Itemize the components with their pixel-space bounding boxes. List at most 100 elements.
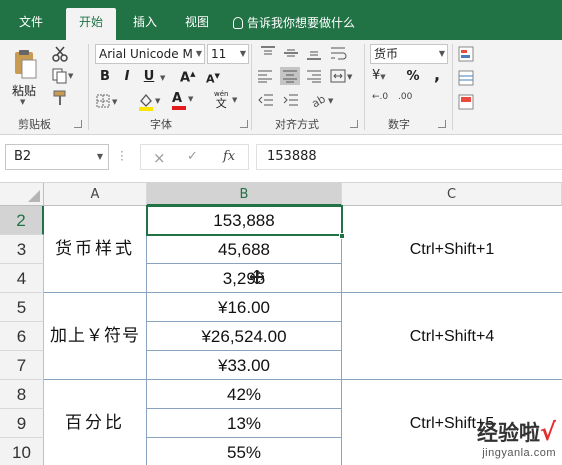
format-painter-icon[interactable] bbox=[52, 90, 68, 109]
borders-icon[interactable]: ▼ bbox=[96, 94, 120, 113]
font-name-select[interactable]: Arial Unicode M ▼ bbox=[95, 44, 205, 64]
svg-text:▼: ▼ bbox=[347, 73, 353, 81]
phonetic-guide-icon[interactable]: wén 文 bbox=[214, 90, 228, 110]
divider bbox=[251, 44, 252, 130]
column-header-c[interactable]: C bbox=[342, 183, 562, 206]
formula-input[interactable]: 153888 bbox=[256, 144, 562, 170]
italic-button[interactable]: I bbox=[118, 68, 136, 86]
cell-styles-icon[interactable] bbox=[458, 94, 474, 113]
merge-center-icon[interactable]: ▼ bbox=[330, 68, 354, 87]
value-cell[interactable]: ¥16.00 bbox=[147, 293, 342, 322]
increase-decimal-icon[interactable]: ←.0 bbox=[372, 92, 388, 102]
value-cell[interactable]: 55% bbox=[147, 438, 342, 465]
align-right-icon[interactable] bbox=[306, 69, 322, 86]
paste-button[interactable] bbox=[12, 48, 38, 80]
group-label-alignment: 对齐方式 bbox=[275, 118, 319, 131]
font-size-select[interactable]: 11 ▼ bbox=[207, 44, 249, 64]
row-header-6[interactable]: 6 bbox=[0, 322, 44, 351]
number-format-select[interactable]: 货币 ▼ bbox=[370, 44, 448, 64]
tell-me-box[interactable]: 告诉我你想要做什么 bbox=[233, 14, 355, 31]
font-shrink-icon[interactable]: A▼ bbox=[206, 72, 220, 86]
percent-button[interactable]: % bbox=[404, 68, 422, 86]
svg-text:▼: ▼ bbox=[68, 72, 74, 80]
tab-view[interactable]: 视图 bbox=[174, 8, 220, 40]
chevron-down-icon: ▼ bbox=[239, 49, 246, 58]
enter-icon[interactable]: ✓ bbox=[187, 149, 198, 164]
name-box[interactable]: B2 ▼ bbox=[5, 144, 109, 170]
insert-function-icon[interactable]: fx bbox=[223, 149, 235, 164]
lightbulb-icon bbox=[233, 17, 243, 29]
wrap-text-icon[interactable] bbox=[330, 46, 348, 63]
fill-handle[interactable] bbox=[339, 233, 345, 239]
tab-file[interactable]: 文件 bbox=[8, 8, 54, 40]
svg-text:▼: ▼ bbox=[155, 97, 161, 105]
phonetic-dropdown-icon[interactable]: ▼ bbox=[232, 96, 237, 104]
align-center-icon[interactable] bbox=[280, 67, 300, 85]
align-bottom-icon[interactable] bbox=[306, 46, 322, 63]
row-header-2[interactable]: 2 bbox=[0, 206, 44, 235]
row-header-10[interactable]: 10 bbox=[0, 438, 44, 465]
chevron-down-icon: ▼ bbox=[195, 49, 202, 58]
row-header-8[interactable]: 8 bbox=[0, 380, 44, 409]
decrease-decimal-icon[interactable]: .00 bbox=[398, 92, 412, 102]
cut-icon[interactable] bbox=[52, 46, 68, 65]
clipboard-launcher-icon[interactable] bbox=[74, 120, 82, 128]
value-cell[interactable]: 42% bbox=[147, 380, 342, 409]
watermark-url: jingyanla.com bbox=[482, 447, 556, 459]
increase-indent-icon[interactable] bbox=[283, 93, 299, 110]
watermark-brand: 经验啦 bbox=[476, 421, 540, 445]
value-cell[interactable]: 45,688 bbox=[147, 235, 342, 264]
row-header-9[interactable]: 9 bbox=[0, 409, 44, 438]
format-as-table-icon[interactable] bbox=[458, 70, 474, 89]
orientation-icon[interactable]: ab ▼ bbox=[309, 92, 336, 111]
font-grow-icon[interactable]: A▲ bbox=[180, 70, 195, 85]
tab-home[interactable]: 开始 bbox=[66, 8, 116, 40]
group-label-cell[interactable]: 货币样式 bbox=[44, 206, 147, 293]
shortcut-cell[interactable]: Ctrl+Shift+1 bbox=[342, 206, 562, 293]
divider bbox=[452, 44, 453, 130]
font-color-icon[interactable]: A ▼ bbox=[172, 91, 196, 110]
fill-color-icon[interactable]: ▼ bbox=[138, 92, 162, 115]
tab-insert[interactable]: 插入 bbox=[122, 8, 168, 40]
row-header-7[interactable]: 7 bbox=[0, 351, 44, 380]
cancel-icon[interactable]: × bbox=[153, 149, 166, 167]
value-cell[interactable]: ¥33.00 bbox=[147, 351, 342, 380]
row-header-4[interactable]: 4 bbox=[0, 264, 44, 293]
divider bbox=[88, 44, 89, 130]
decrease-indent-icon[interactable] bbox=[258, 93, 274, 110]
bold-button[interactable]: B bbox=[96, 68, 114, 86]
paste-dropdown-icon[interactable]: ▼ bbox=[20, 98, 25, 106]
select-all-button[interactable] bbox=[0, 183, 44, 206]
currency-button[interactable]: ¥▼ bbox=[372, 68, 386, 83]
watermark: 经验啦√ jingyanla.com bbox=[477, 417, 556, 459]
checkmark-icon: √ bbox=[539, 418, 556, 446]
align-left-icon[interactable] bbox=[257, 69, 273, 86]
underline-button[interactable]: U bbox=[140, 68, 158, 86]
align-middle-icon[interactable] bbox=[283, 46, 299, 63]
number-launcher-icon[interactable] bbox=[438, 120, 446, 128]
row-header-3[interactable]: 3 bbox=[0, 235, 44, 264]
chevron-down-icon: ▼ bbox=[438, 49, 445, 58]
value-cell[interactable]: 3,295 bbox=[147, 264, 342, 293]
conditional-format-icon[interactable] bbox=[458, 46, 474, 65]
paste-label: 粘贴 bbox=[12, 84, 37, 98]
value-cell[interactable]: ¥26,524.00 bbox=[147, 322, 342, 351]
alignment-launcher-icon[interactable] bbox=[350, 120, 358, 128]
copy-icon[interactable]: ▼ bbox=[52, 68, 74, 87]
divider bbox=[364, 44, 365, 130]
name-box-value: B2 bbox=[14, 149, 32, 164]
value-cell[interactable]: 153,888 bbox=[147, 206, 342, 235]
shortcut-cell[interactable]: Ctrl+Shift+4 bbox=[342, 293, 562, 380]
column-header-b[interactable]: B bbox=[147, 183, 342, 206]
underline-dropdown-icon[interactable]: ▼ bbox=[160, 74, 165, 82]
align-top-icon[interactable] bbox=[260, 46, 276, 63]
column-header-a[interactable]: A bbox=[44, 183, 147, 206]
group-label-cell[interactable]: 百分比 bbox=[44, 380, 147, 465]
group-label-cell[interactable]: 加上￥符号 bbox=[44, 293, 147, 380]
comma-button[interactable]: , bbox=[428, 66, 446, 84]
value-cell[interactable]: 13% bbox=[147, 409, 342, 438]
svg-text:ab: ab bbox=[310, 92, 328, 108]
drag-handle-icon[interactable]: · · · bbox=[120, 146, 124, 166]
font-launcher-icon[interactable] bbox=[240, 120, 248, 128]
row-header-5[interactable]: 5 bbox=[0, 293, 44, 322]
